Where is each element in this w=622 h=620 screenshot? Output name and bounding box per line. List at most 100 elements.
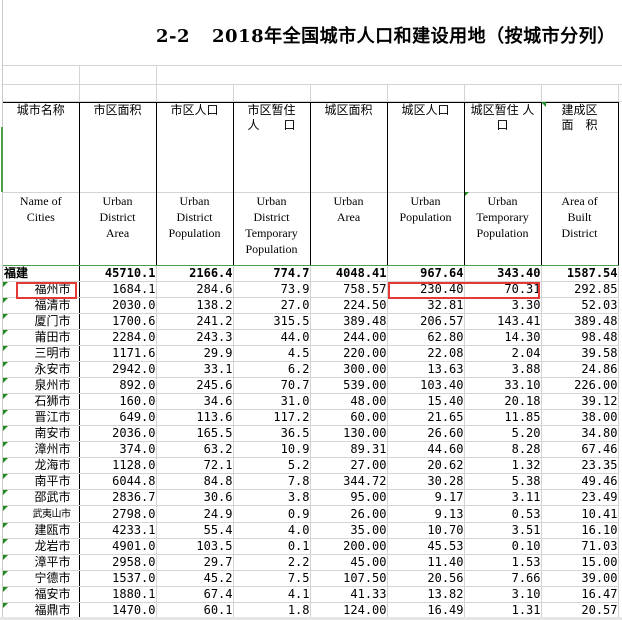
value-cell[interactable]: 4901.0 xyxy=(79,538,157,555)
value-cell[interactable]: 4233.1 xyxy=(79,522,157,539)
value-cell[interactable]: 245.6 xyxy=(156,377,234,394)
value-cell[interactable]: 2836.7 xyxy=(79,489,157,506)
value-cell[interactable]: 10.70 xyxy=(387,522,465,539)
value-cell[interactable]: 95.00 xyxy=(310,489,388,506)
value-cell[interactable]: 5.20 xyxy=(464,425,542,442)
value-cell[interactable]: 30.28 xyxy=(387,473,465,490)
header-cell[interactable]: 市区暂住 人 口 xyxy=(233,102,311,193)
value-cell[interactable]: 3.88 xyxy=(464,361,542,378)
value-cell[interactable]: 70.7 xyxy=(233,377,311,394)
value-cell[interactable]: 6.2 xyxy=(233,361,311,378)
cell[interactable] xyxy=(3,66,80,84)
value-cell[interactable]: 49.46 xyxy=(541,473,619,490)
header-cell[interactable]: Urban District Population xyxy=(156,192,234,266)
value-cell[interactable]: 60.00 xyxy=(310,409,388,426)
value-cell[interactable]: 4.1 xyxy=(233,586,311,603)
value-cell[interactable]: 1128.0 xyxy=(79,457,157,474)
cell[interactable] xyxy=(3,85,80,101)
value-cell[interactable]: 3.30 xyxy=(464,297,542,314)
header-cell[interactable]: 城区面积 xyxy=(310,102,388,193)
value-cell[interactable]: 52.03 xyxy=(541,297,619,314)
city-name-cell[interactable]: 建瓯市 xyxy=(3,522,80,539)
value-cell[interactable]: 1171.6 xyxy=(79,345,157,362)
cell[interactable] xyxy=(541,85,619,101)
value-cell[interactable]: 0.53 xyxy=(464,505,542,523)
value-cell[interactable]: 1587.54 xyxy=(541,265,619,282)
header-cell[interactable]: 城区暂住 人 口 xyxy=(464,102,542,193)
value-cell[interactable]: 3.51 xyxy=(464,522,542,539)
cell[interactable] xyxy=(156,66,233,84)
value-cell[interactable]: 33.1 xyxy=(156,361,234,378)
header-cell[interactable]: 市区人口 xyxy=(156,102,234,193)
value-cell[interactable]: 343.40 xyxy=(464,265,542,282)
value-cell[interactable]: 224.50 xyxy=(310,297,388,314)
value-cell[interactable]: 200.00 xyxy=(310,538,388,555)
value-cell[interactable]: 24.86 xyxy=(541,361,619,378)
city-name-cell[interactable]: 南平市 xyxy=(3,473,80,490)
city-name-cell[interactable]: 晋江市 xyxy=(3,409,80,426)
value-cell[interactable]: 3.8 xyxy=(233,489,311,506)
value-cell[interactable]: 20.18 xyxy=(464,393,542,410)
value-cell[interactable]: 292.85 xyxy=(541,281,619,298)
value-cell[interactable]: 4048.41 xyxy=(310,265,388,282)
value-cell[interactable]: 11.40 xyxy=(387,554,465,571)
value-cell[interactable]: 84.8 xyxy=(156,473,234,490)
value-cell[interactable]: 0.1 xyxy=(233,538,311,555)
value-cell[interactable]: 2284.0 xyxy=(79,329,157,346)
city-name-cell[interactable]: 石狮市 xyxy=(3,393,80,410)
value-cell[interactable]: 758.57 xyxy=(310,281,388,298)
value-cell[interactable]: 39.00 xyxy=(541,570,619,587)
value-cell[interactable]: 41.33 xyxy=(310,586,388,603)
value-cell[interactable]: 3.11 xyxy=(464,489,542,506)
value-cell[interactable]: 206.57 xyxy=(387,313,465,330)
header-cell[interactable]: 市区面积 xyxy=(79,102,157,193)
value-cell[interactable]: 300.00 xyxy=(310,361,388,378)
value-cell[interactable]: 26.60 xyxy=(387,425,465,442)
header-cell[interactable]: Area of Built District xyxy=(541,192,619,266)
city-name-cell[interactable]: 宁德市 xyxy=(3,570,80,587)
value-cell[interactable]: 63.2 xyxy=(156,441,234,458)
value-cell[interactable]: 34.6 xyxy=(156,393,234,410)
value-cell[interactable]: 1880.1 xyxy=(79,586,157,603)
value-cell[interactable]: 2.2 xyxy=(233,554,311,571)
city-name-cell[interactable]: 泉州市 xyxy=(3,377,80,394)
value-cell[interactable]: 244.00 xyxy=(310,329,388,346)
value-cell[interactable]: 48.00 xyxy=(310,393,388,410)
city-name-cell[interactable]: 漳平市 xyxy=(3,554,80,571)
header-cell[interactable]: Urban Population xyxy=(387,192,465,266)
value-cell[interactable]: 39.58 xyxy=(541,345,619,362)
value-cell[interactable]: 220.00 xyxy=(310,345,388,362)
value-cell[interactable]: 967.64 xyxy=(387,265,465,282)
value-cell[interactable]: 165.5 xyxy=(156,425,234,442)
value-cell[interactable]: 45710.1 xyxy=(79,265,157,282)
header-cell[interactable]: 城区人口 xyxy=(387,102,465,193)
city-name-cell[interactable]: 三明市 xyxy=(3,345,80,362)
value-cell[interactable]: 29.7 xyxy=(156,554,234,571)
city-name-cell[interactable]: 邵武市 xyxy=(3,489,80,506)
header-cell[interactable]: 建成区 面 积 xyxy=(541,102,619,193)
value-cell[interactable]: 2030.0 xyxy=(79,297,157,314)
value-cell[interactable]: 44.60 xyxy=(387,441,465,458)
value-cell[interactable]: 32.81 xyxy=(387,297,465,314)
value-cell[interactable]: 1700.6 xyxy=(79,313,157,330)
value-cell[interactable]: 649.0 xyxy=(79,409,157,426)
value-cell[interactable]: 6044.8 xyxy=(79,473,157,490)
value-cell[interactable]: 1.32 xyxy=(464,457,542,474)
value-cell[interactable]: 1537.0 xyxy=(79,570,157,587)
value-cell[interactable]: 103.40 xyxy=(387,377,465,394)
cell[interactable] xyxy=(156,85,234,101)
value-cell[interactable]: 2036.0 xyxy=(79,425,157,442)
value-cell[interactable]: 4.5 xyxy=(233,345,311,362)
value-cell[interactable]: 1684.1 xyxy=(79,281,157,298)
value-cell[interactable]: 226.00 xyxy=(541,377,619,394)
cell[interactable] xyxy=(233,85,311,101)
value-cell[interactable]: 67.4 xyxy=(156,586,234,603)
city-name-cell[interactable]: 福清市 xyxy=(3,297,80,314)
value-cell[interactable]: 243.3 xyxy=(156,329,234,346)
value-cell[interactable]: 113.6 xyxy=(156,409,234,426)
value-cell[interactable]: 45.53 xyxy=(387,538,465,555)
cell[interactable] xyxy=(79,85,157,101)
value-cell[interactable]: 16.10 xyxy=(541,522,619,539)
value-cell[interactable]: 389.48 xyxy=(541,313,619,330)
city-name-cell[interactable]: 厦门市 xyxy=(3,313,80,330)
